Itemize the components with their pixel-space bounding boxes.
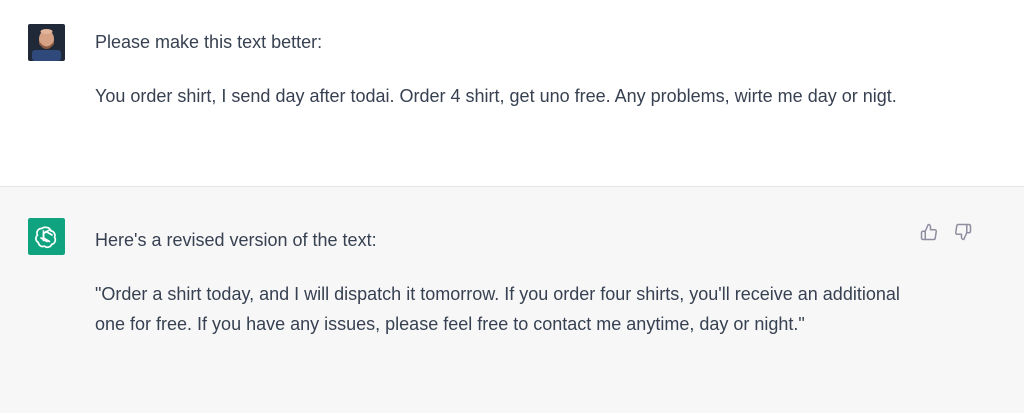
user-message-row: Please make this text better: You order … — [0, 0, 1024, 187]
thumbs-down-button[interactable] — [952, 221, 974, 243]
user-message-line: You order shirt, I send day after todai.… — [95, 86, 897, 106]
assistant-avatar — [28, 218, 65, 255]
assistant-message-row: Here's a revised version of the text: "O… — [0, 187, 1024, 413]
user-message-line: Please make this text better: — [95, 32, 323, 52]
thumbs-down-icon — [955, 223, 972, 241]
user-avatar-icon — [28, 24, 65, 61]
user-message-text: Please make this text better: You order … — [95, 27, 905, 111]
assistant-message-text: Here's a revised version of the text: "O… — [95, 225, 905, 339]
thumbs-up-button[interactable] — [918, 221, 940, 243]
assistant-message-line: "Order a shirt today, and I will dispatc… — [95, 284, 900, 334]
thumbs-up-icon — [920, 223, 937, 241]
feedback-buttons — [918, 221, 974, 243]
user-avatar — [28, 24, 65, 61]
assistant-message-line: Here's a revised version of the text: — [95, 230, 377, 250]
openai-logo-icon — [28, 218, 65, 255]
